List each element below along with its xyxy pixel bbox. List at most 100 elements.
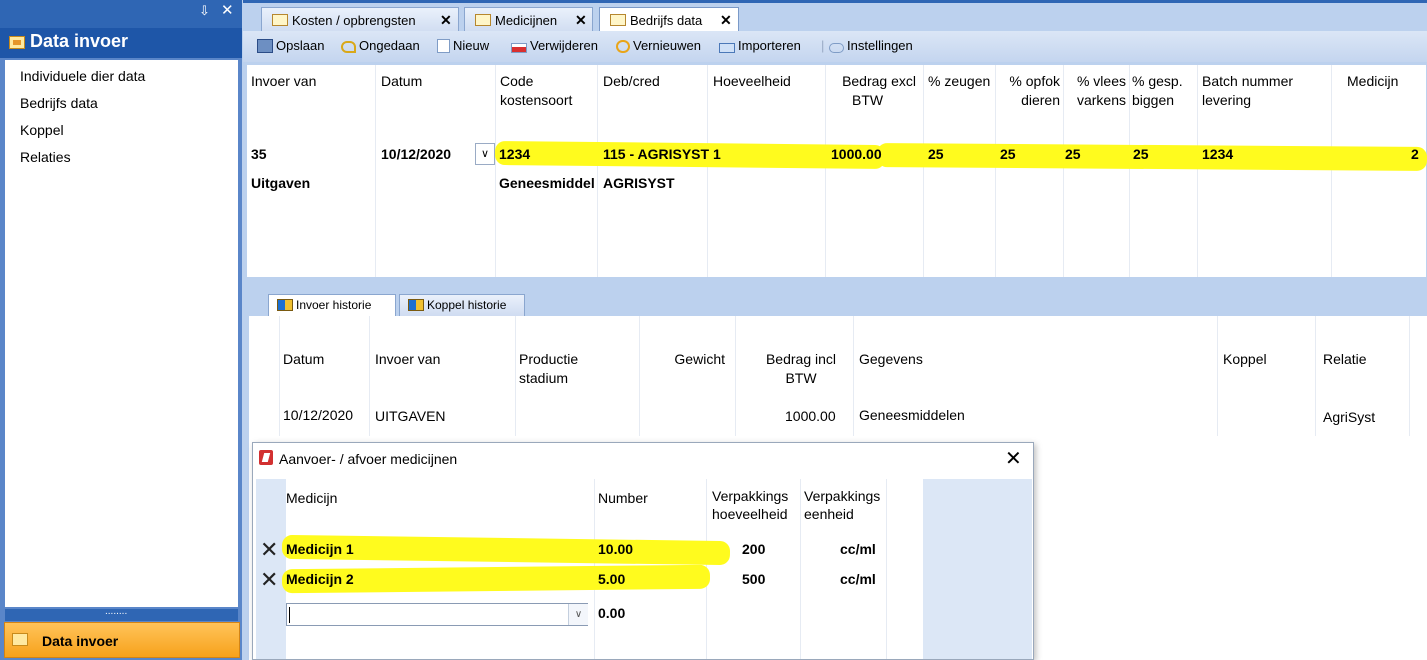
row-medicijn[interactable]: 2: [1411, 146, 1419, 162]
tab-label: Koppel historie: [427, 298, 507, 312]
medicijn-2-eenheid: cc/ml: [840, 571, 876, 587]
row-batch[interactable]: 1234: [1202, 146, 1233, 162]
medicijn-select[interactable]: ∨: [286, 603, 588, 626]
column-header-medicijn[interactable]: Medicijn: [1347, 72, 1398, 91]
new-row-number[interactable]: 0.00: [598, 605, 625, 621]
import-button[interactable]: Importeren: [719, 38, 801, 53]
column-header-invoer-van[interactable]: Invoer van: [251, 72, 316, 91]
dialog-header-medicijn[interactable]: Medicijn: [286, 489, 337, 507]
save-button[interactable]: Opslaan: [257, 38, 324, 53]
row-opfok[interactable]: 25: [1000, 146, 1016, 162]
row-invoer-van[interactable]: 35: [251, 146, 267, 162]
medicijn-1-eenheid: cc/ml: [840, 541, 876, 557]
medicijn-1-number[interactable]: 10.00: [598, 541, 633, 557]
history-header-bedrag[interactable]: Bedrag incl BTW: [749, 350, 853, 388]
grid-column-divider: [853, 316, 854, 436]
column-header-opfok[interactable]: % opfok dieren: [996, 72, 1060, 110]
undo-button[interactable]: Ongedaan: [341, 38, 420, 53]
tab-invoer-historie[interactable]: Invoer historie: [268, 294, 396, 316]
column-header-gesp[interactable]: % gesp. biggen: [1132, 72, 1183, 110]
column-header-bedrag[interactable]: Bedrag excl BTW: [832, 72, 916, 110]
row-bedrag[interactable]: 1000.00: [831, 146, 882, 162]
row-zeugen[interactable]: 25: [928, 146, 944, 162]
history-header-relatie[interactable]: Relatie: [1323, 350, 1367, 369]
history-relatie[interactable]: AgriSyst: [1323, 409, 1375, 425]
row-code[interactable]: 1234: [499, 146, 530, 162]
dialog-header-verpakkings-eenheid[interactable]: Verpakkings eenheid: [804, 487, 880, 523]
history-datum[interactable]: 10/12/2020: [283, 407, 353, 423]
dialog-close-icon[interactable]: ✕: [1005, 446, 1022, 471]
row-hoeveelheid[interactable]: 1: [713, 146, 721, 162]
grid-column-divider: [825, 65, 826, 277]
column-header-datum[interactable]: Datum: [381, 72, 422, 91]
history-bedrag[interactable]: 1000.00: [785, 408, 836, 424]
save-icon: [257, 39, 273, 53]
data-invoer-button-label: Data invoer: [42, 633, 119, 649]
medicijn-2-name[interactable]: Medicijn 2: [286, 571, 354, 587]
bedrijfs-data-grid: Invoer van Datum Code kostensoort Deb/cre…: [247, 65, 1427, 277]
history-header-gewicht[interactable]: Gewicht: [669, 350, 725, 369]
column-header-hoeveelheid[interactable]: Hoeveelheid: [713, 72, 791, 91]
history-invoer-van[interactable]: UITGAVEN: [375, 408, 446, 424]
dialog-title: Aanvoer- / afvoer medicijnen: [279, 451, 458, 467]
pin-icon[interactable]: ⇩: [199, 3, 210, 19]
settings-button[interactable]: Instellingen: [829, 38, 913, 53]
history-header-gegevens[interactable]: Gegevens: [859, 350, 923, 369]
history-header-datum[interactable]: Datum: [283, 350, 324, 369]
refresh-button[interactable]: Vernieuwen: [616, 38, 701, 53]
panel-close-icon[interactable]: ✕: [221, 1, 234, 19]
history-header-productie-stadium[interactable]: Productie stadium: [519, 350, 578, 388]
history-gegevens[interactable]: Geneesmiddelen: [859, 407, 965, 423]
data-invoer-icon: [9, 36, 25, 49]
data-invoer-icon: [12, 633, 28, 646]
toolbar-separator: |: [821, 38, 825, 53]
column-header-vlees[interactable]: % vlees varkens: [1064, 72, 1126, 110]
row-datum[interactable]: 10/12/2020: [381, 146, 451, 162]
panel-nav-list: Individuele dier data Bedrijfs data Kopp…: [5, 60, 238, 607]
grid-column-divider: [1197, 65, 1198, 277]
grid-column-divider: [1409, 316, 1410, 436]
dialog-header-number[interactable]: Number: [598, 489, 648, 507]
new-button[interactable]: Nieuw: [437, 38, 489, 53]
column-header-zeugen[interactable]: % zeugen: [928, 72, 990, 91]
history-header-koppel[interactable]: Koppel: [1223, 350, 1267, 369]
dialog-titlebar: Aanvoer- / afvoer medicijnen ✕: [253, 443, 1033, 475]
tab-kosten-opbrengsten[interactable]: Kosten / opbrengsten ✕: [261, 7, 459, 33]
column-header-code[interactable]: Code kostensoort: [500, 72, 572, 110]
panel-splitter[interactable]: ........: [5, 606, 238, 621]
row-invoer-van-type[interactable]: Uitgaven: [251, 175, 310, 191]
nav-item-bedrijfs-data[interactable]: Bedrijfs data: [20, 95, 98, 111]
row-vlees[interactable]: 25: [1065, 146, 1081, 162]
data-invoer-button[interactable]: Data invoer: [4, 622, 240, 658]
tab-bedrijfs-data[interactable]: Bedrijfs data ✕: [599, 7, 739, 33]
column-header-debcred[interactable]: Deb/cred: [603, 72, 660, 91]
panel-titlebar: ⇩ ✕: [0, 0, 242, 28]
dialog-header-verpakkings-hoeveelheid[interactable]: Verpakkings hoeveelheid: [712, 487, 788, 523]
row-gesp[interactable]: 25: [1133, 146, 1149, 162]
date-dropdown-button[interactable]: ∨: [475, 143, 495, 165]
tab-medicijnen[interactable]: Medicijnen ✕: [464, 7, 593, 33]
delete-row-icon[interactable]: ✕: [260, 567, 278, 593]
tab-close-icon[interactable]: ✕: [440, 12, 452, 29]
tab-koppel-historie[interactable]: Koppel historie: [399, 294, 525, 316]
medicijn-2-number[interactable]: 5.00: [598, 571, 625, 587]
nav-item-individuele-dier-data[interactable]: Individuele dier data: [20, 68, 145, 84]
row-debcred[interactable]: 115 - AGRISYST: [603, 146, 709, 162]
tab-close-icon[interactable]: ✕: [720, 12, 732, 29]
nav-item-relaties[interactable]: Relaties: [20, 149, 71, 165]
row-debcred-name[interactable]: AGRISYST: [603, 175, 675, 191]
delete-row-icon[interactable]: ✕: [260, 537, 278, 563]
grid-column-divider: [1217, 316, 1218, 436]
history-tabs: Invoer historie Koppel historie: [247, 290, 1427, 316]
delete-button[interactable]: Verwijderen: [511, 38, 598, 53]
panel-header: Data invoer: [0, 28, 242, 58]
chevron-down-icon[interactable]: ∨: [568, 604, 588, 625]
data-invoer-panel: ⇩ ✕ Data invoer Individuele dier data Be…: [0, 0, 242, 660]
history-header-invoer-van[interactable]: Invoer van: [375, 350, 440, 369]
grid-column-divider: [369, 316, 370, 436]
tab-close-icon[interactable]: ✕: [575, 12, 587, 29]
medicijn-1-name[interactable]: Medicijn 1: [286, 541, 354, 557]
nav-item-koppel[interactable]: Koppel: [20, 122, 64, 138]
row-kostensoort[interactable]: Geneesmiddel: [499, 175, 595, 191]
column-header-batch[interactable]: Batch nummer levering: [1202, 72, 1293, 110]
